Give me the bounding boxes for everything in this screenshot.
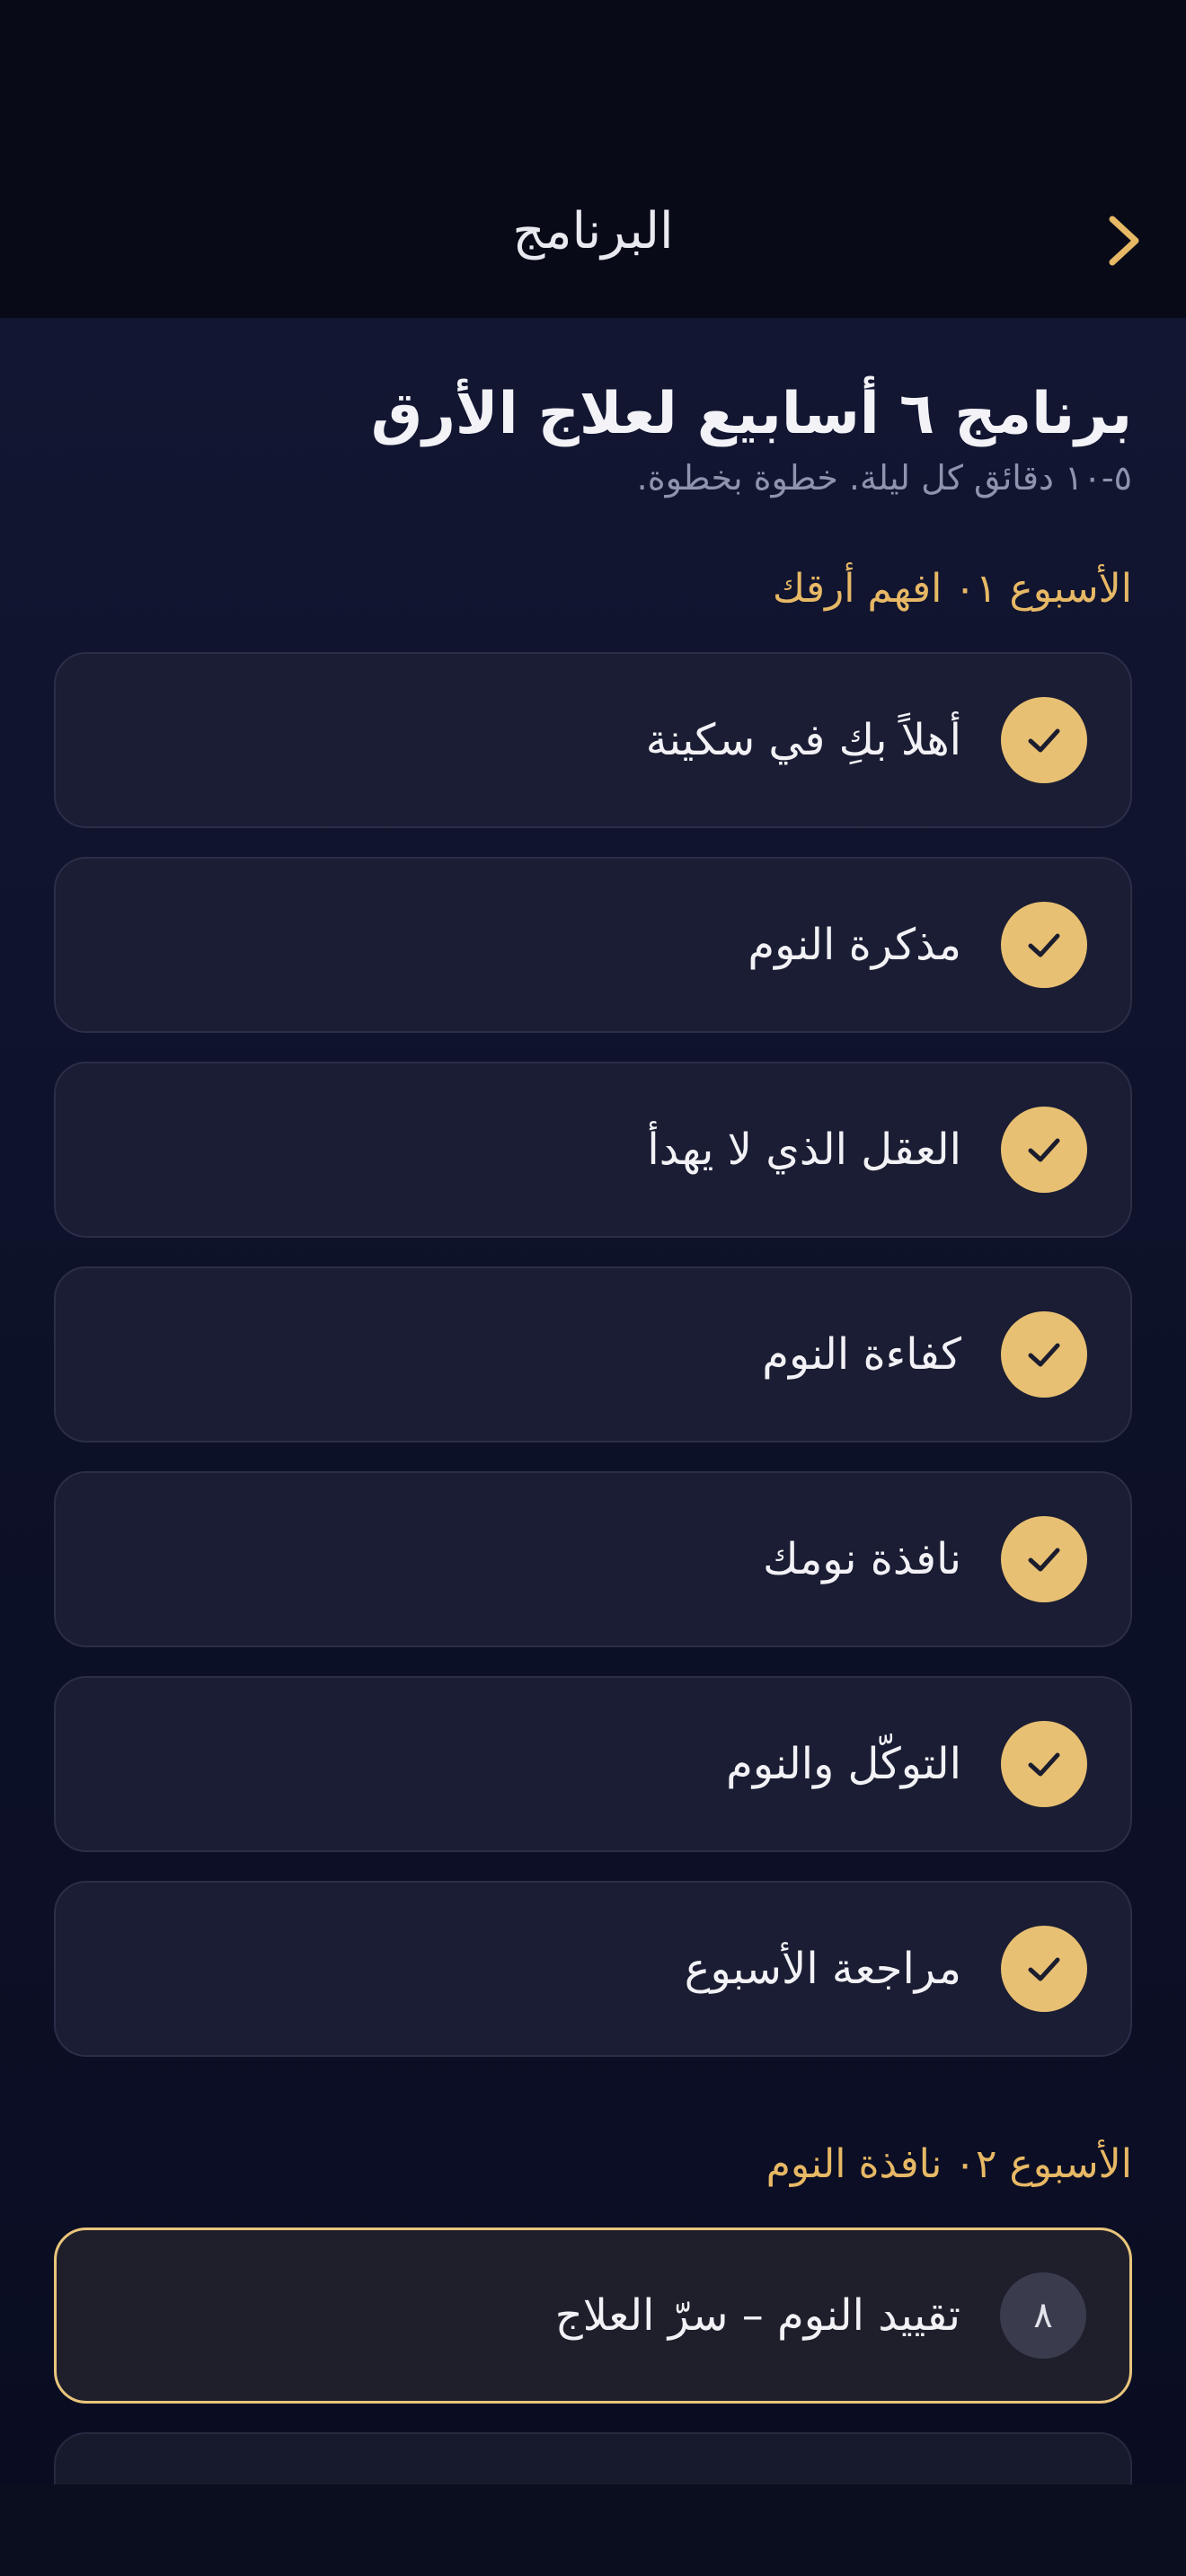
lesson-title: التوكّل والنوم [726,1739,961,1789]
completed-badge [1001,1721,1087,1807]
completed-badge [1001,1516,1087,1602]
lesson-card-6[interactable]: التوكّل والنوم [54,1676,1132,1852]
completed-badge [1001,697,1087,783]
week-1-heading: الأسبوع ٠١ افهم أرقك [772,566,1132,612]
lesson-card-8[interactable]: ٨ تقييد النوم – سرّ العلاج [54,2228,1132,2404]
lesson-card-1[interactable]: أهلاً بكِ في سكينة [54,652,1132,828]
lesson-title: العقل الذي لا يهدأ [647,1125,961,1175]
checkmark-icon [1028,1138,1060,1162]
completed-badge [1001,902,1087,988]
lesson-title: كفاءة النوم [762,1329,961,1380]
checkmark-icon [1028,1343,1060,1367]
top-navigation-bar: البرنامج [0,0,1186,318]
lesson-card-3[interactable]: العقل الذي لا يهدأ [54,1062,1132,1238]
back-button[interactable] [1087,205,1159,277]
lesson-card-9[interactable] [54,2432,1132,2484]
completed-badge [1001,1107,1087,1193]
lesson-title: مراجعة الأسبوع [684,1944,961,1994]
checkmark-icon [1028,933,1060,957]
week-2-heading: الأسبوع ٠٢ نافذة النوم [766,2141,1132,2187]
page-title: البرنامج [512,202,674,260]
lesson-card-2[interactable]: مذكرة النوم [54,857,1132,1033]
lesson-title: أهلاً بكِ في سكينة [645,715,961,765]
completed-badge [1001,1926,1087,2012]
chevron-right-icon [1109,216,1139,266]
lesson-title: مذكرة النوم [748,920,961,970]
checkmark-icon [1028,728,1060,753]
lesson-card-7[interactable]: مراجعة الأسبوع [54,1881,1132,2057]
checkmark-icon [1028,1957,1060,1981]
lesson-card-4[interactable]: كفاءة النوم [54,1266,1132,1442]
completed-badge [1001,1311,1087,1398]
program-content[interactable]: برنامج ٦ أسابيع لعلاج الأرق ٥-١٠ دقائق ك… [0,318,1186,2484]
checkmark-icon [1028,1548,1060,1572]
program-subtitle: ٥-١٠ دقائق كل ليلة. خطوة بخطوة. [636,458,1132,498]
lesson-number-badge: ٨ [1000,2272,1086,2359]
lesson-title: تقييد النوم – سرّ العلاج [554,2290,960,2341]
program-title: برنامج ٦ أسابيع لعلاج الأرق [370,381,1132,447]
lesson-title: نافذة نومك [763,1534,961,1584]
program-screen: البرنامج برنامج ٦ أسابيع لعلاج الأرق ٥-١… [0,0,1186,2576]
checkmark-icon [1028,1752,1060,1777]
bottom-safe-area [0,2484,1186,2576]
lesson-card-5[interactable]: نافذة نومك [54,1471,1132,1647]
